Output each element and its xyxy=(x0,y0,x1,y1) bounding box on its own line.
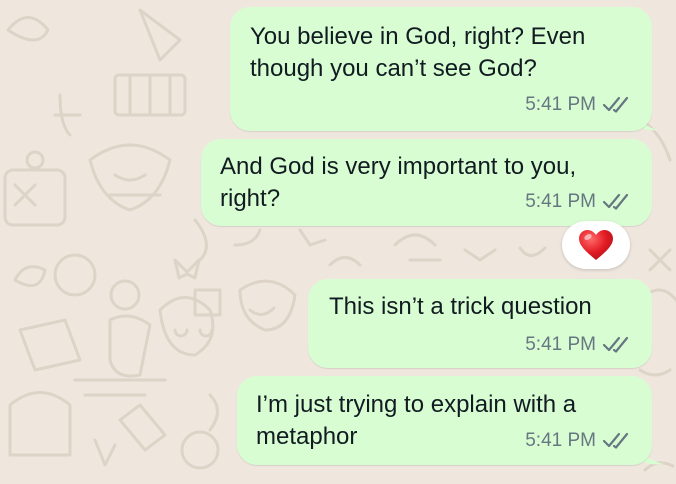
reaction-badge[interactable] xyxy=(562,221,630,269)
message-line: I’m just trying to explain with a xyxy=(256,391,577,418)
message-meta: 5:41 PM xyxy=(525,95,630,115)
message-text: You believe in God, right? Even though y… xyxy=(250,21,585,85)
message-meta: 5:41 PM xyxy=(525,431,630,451)
message-time: 5:41 PM xyxy=(525,94,596,115)
red-heart-icon xyxy=(579,230,613,260)
message-line: You believe in God, right? Even xyxy=(250,23,586,50)
message-text: And God is very important to you, right? xyxy=(220,151,576,215)
message-bubble[interactable]: And God is very important to you, right?… xyxy=(201,139,652,226)
message-text: This isn’t a trick question xyxy=(329,291,592,323)
message-meta: 5:41 PM xyxy=(525,335,630,355)
message-line: And God is very important to you, xyxy=(220,153,577,180)
message-line: This isn’t a trick question xyxy=(329,293,592,320)
message-bubble[interactable]: This isn’t a trick question 5:41 PM xyxy=(308,279,652,368)
message-bubble[interactable]: You believe in God, right? Even though y… xyxy=(230,7,652,131)
double-check-icon xyxy=(602,193,629,210)
double-check-icon xyxy=(602,336,629,353)
message-bubble[interactable]: I’m just trying to explain with a metaph… xyxy=(237,376,652,465)
message-meta: 5:41 PM xyxy=(525,192,630,212)
double-check-icon xyxy=(602,96,629,113)
message-time: 5:41 PM xyxy=(525,191,596,212)
message-line: right? xyxy=(220,185,281,212)
double-check-icon xyxy=(602,432,629,449)
message-line: though you can’t see God? xyxy=(250,55,537,82)
message-time: 5:41 PM xyxy=(525,334,596,355)
message-time: 5:41 PM xyxy=(525,430,596,451)
